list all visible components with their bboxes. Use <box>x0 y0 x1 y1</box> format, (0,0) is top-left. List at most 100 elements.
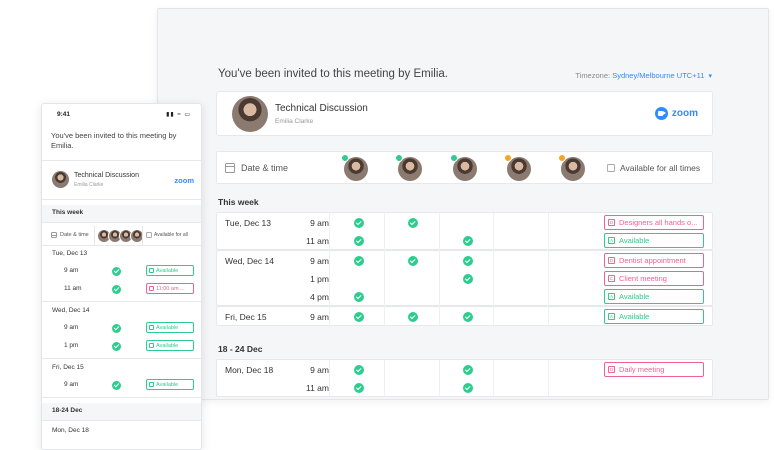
time-slot-row[interactable]: 1 pm C Client meeting <box>217 270 714 288</box>
invite-message: You've been invited to this meeting by E… <box>218 68 448 80</box>
check-icon <box>408 312 418 322</box>
time-label: 9 am <box>310 256 329 266</box>
pending-badge <box>558 154 566 162</box>
available-tag[interactable]: Available <box>146 322 194 333</box>
status-time: 9:41 <box>57 111 71 118</box>
event-tag[interactable]: D Designers all hands o... <box>604 215 704 230</box>
available-tag[interactable]: A Available <box>604 289 704 304</box>
available-tag[interactable]: A Available <box>604 309 704 324</box>
event-icon: A <box>608 237 615 244</box>
event-tag[interactable]: C Client meeting <box>604 271 704 286</box>
time-slot-row[interactable]: 11 am 11:00 am ... <box>42 281 201 298</box>
check-icon <box>408 218 418 228</box>
day-label: Tue, Dec 13 <box>225 218 271 228</box>
attendee-avatar[interactable] <box>341 154 368 181</box>
tag-label: 11:00 am ... <box>156 285 185 292</box>
available-all-toggle[interactable]: Available for all <box>146 232 188 238</box>
tag-label: Dentist appointment <box>619 256 686 265</box>
chevron-down-icon: ▾ <box>708 73 712 80</box>
organizer-avatar <box>52 171 69 188</box>
attendee-avatar[interactable] <box>395 154 422 181</box>
accepted-badge <box>341 154 349 162</box>
time-slot-row[interactable]: 9 am Available <box>42 377 201 394</box>
section-this-week: This week <box>42 205 201 223</box>
meeting-card: Technical Discussion Emilia Clarke zoom <box>216 91 713 136</box>
time-slot-row[interactable]: 9 am Available <box>42 320 201 337</box>
day-group: Tue, Dec 13 9 am D Designers all hands o...… <box>216 212 714 251</box>
date-time-header: Date & time <box>51 232 89 238</box>
check-icon <box>112 381 121 390</box>
section-label: This week <box>52 209 84 216</box>
time-label: 11 am <box>306 383 329 393</box>
attendee-avatar[interactable] <box>450 154 477 181</box>
time-slot-row[interactable]: Wed, Dec 14 9 am D Dentist appointment <box>217 252 714 270</box>
accepted-badge <box>450 154 458 162</box>
available-all-label: Available for all <box>154 232 188 238</box>
mobile-view: 9:41 ▮▮ ≈ ▭ You've been invited to this … <box>41 103 202 450</box>
tag-label: Designers all hands o... <box>619 218 698 227</box>
check-icon <box>354 383 364 393</box>
time-slot-row[interactable]: Mon, Dec 18 9 am D Daily meeting <box>217 361 714 379</box>
available-tag[interactable]: Available <box>146 379 194 390</box>
check-icon <box>354 365 364 375</box>
zoom-label: zoom <box>671 108 698 119</box>
zoom-logo: zoom <box>654 107 698 120</box>
time-slot-row[interactable]: Tue, Dec 13 9 am D Designers all hands o... <box>217 214 714 232</box>
event-tag[interactable]: 11:00 am ... <box>146 283 194 294</box>
check-icon <box>463 383 473 393</box>
event-icon <box>149 268 154 273</box>
check-icon <box>354 236 364 246</box>
check-icon <box>354 256 364 266</box>
pending-badge <box>504 154 512 162</box>
tag-label: Available <box>156 342 179 349</box>
time-slot-row[interactable]: 4 pm A Available <box>217 288 714 306</box>
organizer-avatar <box>232 96 268 132</box>
attendee-avatar[interactable] <box>558 154 585 181</box>
attendee-avatar[interactable] <box>504 154 531 181</box>
tag-label: Available <box>619 312 650 321</box>
tag-label: Available <box>619 236 650 245</box>
tag-label: Available <box>619 292 650 301</box>
check-icon <box>408 256 418 266</box>
check-icon <box>112 324 121 333</box>
calendar-icon <box>51 232 57 238</box>
tag-label: Available <box>156 267 179 274</box>
available-all-toggle[interactable]: Available for all times <box>607 163 700 173</box>
zoom-label: zoom <box>174 176 194 185</box>
accepted-badge <box>395 154 403 162</box>
tag-label: Client meeting <box>619 274 667 283</box>
event-icon <box>149 343 154 348</box>
time-label: 1 pm <box>310 274 329 284</box>
checkbox-icon <box>146 232 152 238</box>
attendee-avatars[interactable] <box>97 229 144 243</box>
date-time-label: Date & time <box>241 163 289 173</box>
day-label: Mon, Dec 18 <box>225 365 274 375</box>
organizer-name: Emilia Clarke <box>275 118 314 125</box>
time-label: 9 am <box>310 365 329 375</box>
row-divider <box>42 301 201 302</box>
available-tag[interactable]: Available <box>146 340 194 351</box>
time-slot-row[interactable]: 11 am <box>217 379 714 397</box>
time-label: 11 am <box>306 236 329 246</box>
time-slot-row[interactable]: 11 am A Available <box>217 232 714 250</box>
available-tag[interactable]: Available <box>146 265 194 276</box>
time-slot-row[interactable]: 1 pm Available <box>42 338 201 355</box>
day-group: Fri, Dec 15 9 am A Available <box>216 306 714 327</box>
invite-message: You've been invited to this meeting by E… <box>51 131 177 150</box>
row-divider <box>42 358 201 359</box>
time-label: 4 pm <box>310 292 329 302</box>
time-slot-row[interactable]: Fri, Dec 15 9 am A Available <box>217 308 714 326</box>
event-tag[interactable]: D Dentist appointment <box>604 253 704 268</box>
day-label: Wed, Dec 14 <box>52 307 90 314</box>
time-label: 9 am <box>310 312 329 322</box>
column-divider <box>142 226 143 246</box>
time-slot-row[interactable]: 9 am Available <box>42 263 201 280</box>
check-icon <box>463 365 473 375</box>
date-time-header: Date & time <box>225 163 288 173</box>
available-tag[interactable]: A Available <box>604 233 704 248</box>
timezone-selector[interactable]: Timezone: Sydney/Melbourne UTC+11 ▾ <box>575 71 712 80</box>
event-tag[interactable]: D Daily meeting <box>604 362 704 377</box>
checkbox-icon <box>607 164 615 172</box>
day-label: Wed, Dec 14 <box>225 256 274 266</box>
check-icon <box>112 285 121 294</box>
